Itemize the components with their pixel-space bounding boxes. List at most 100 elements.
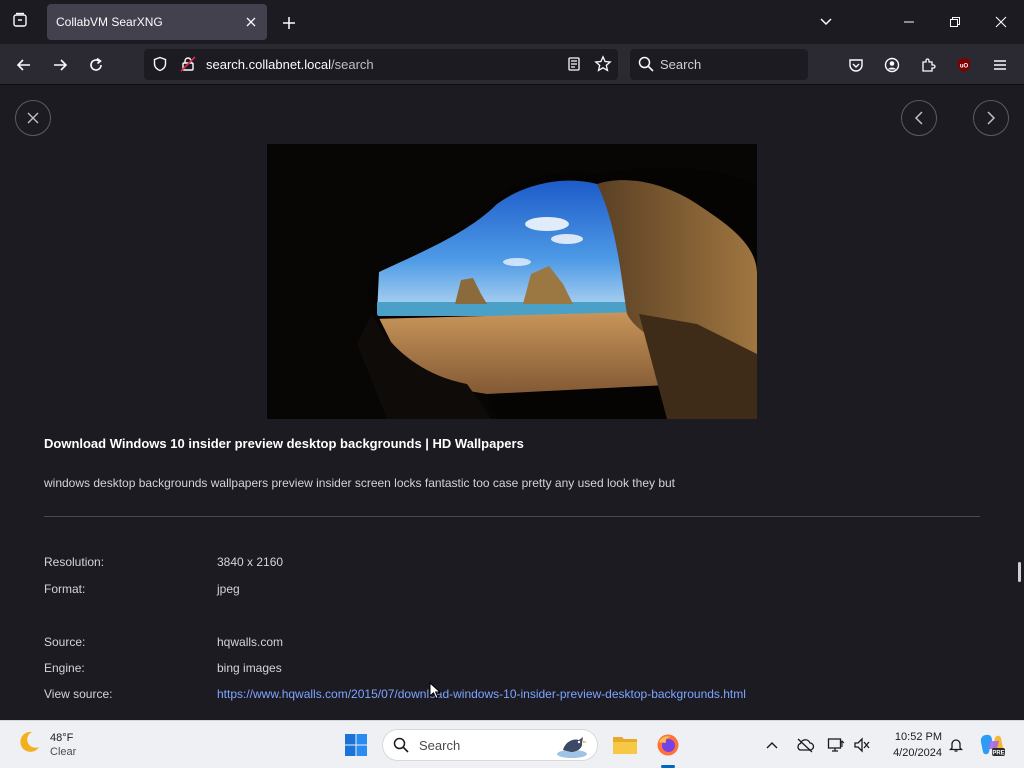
result-image[interactable]: [267, 144, 757, 419]
scrollbar-thumb[interactable]: [1018, 562, 1021, 582]
windows-logo-icon: [345, 734, 367, 756]
result-description: windows desktop backgrounds wallpapers p…: [44, 476, 676, 490]
search-icon: [638, 56, 654, 77]
volume-button[interactable]: [850, 733, 874, 757]
bell-icon: [948, 739, 964, 752]
system-clock[interactable]: 10:52 PM 4/20/2024: [878, 729, 942, 761]
notifications-button[interactable]: [944, 733, 968, 757]
taskbar: 48°F Clear Search 10:52 PM 4/20/2024 PRE: [0, 720, 1024, 768]
close-icon: [27, 112, 39, 124]
pocket-icon: [849, 59, 863, 72]
navigation-toolbar: search.collabnet.local/search Search uO: [0, 44, 1024, 85]
address-bar[interactable]: search.collabnet.local/search: [144, 49, 618, 80]
source-value: hqwalls.com: [217, 635, 284, 649]
tracking-protection-shield-icon[interactable]: [152, 56, 168, 77]
tab-close-button[interactable]: [243, 14, 259, 30]
firefox-icon: [657, 734, 679, 756]
folder-icon: [613, 737, 637, 754]
tab-list-button[interactable]: [0, 0, 40, 44]
restore-button[interactable]: [940, 8, 970, 36]
weather-condition: Clear: [50, 745, 77, 758]
format-value: jpeg: [217, 582, 240, 596]
back-button[interactable]: [10, 51, 38, 79]
new-tab-button[interactable]: [278, 12, 300, 34]
show-hidden-icons-button[interactable]: [760, 733, 784, 757]
ublock-origin-icon: uO: [958, 58, 970, 72]
arrow-left-icon: [16, 59, 30, 71]
tab-list-icon: [12, 12, 28, 33]
format-label: Format:: [44, 582, 86, 596]
weather-temperature: 48°F: [50, 731, 74, 744]
svg-text:uO: uO: [960, 64, 969, 70]
source-label: Source:: [44, 635, 86, 649]
extensions-button[interactable]: [914, 51, 942, 79]
bookmark-star-icon[interactable]: [594, 55, 612, 78]
ublock-origin-button[interactable]: uO: [950, 51, 978, 79]
weather-widget[interactable]: 48°F Clear: [16, 729, 76, 760]
arrow-right-icon: [54, 59, 68, 71]
search-bar[interactable]: Search: [630, 49, 808, 80]
minimize-icon: [904, 21, 914, 23]
close-detail-button[interactable]: [15, 100, 51, 136]
url-path: /search: [331, 57, 374, 72]
account-icon: [884, 57, 900, 73]
tab-title: CollabVM SearXNG: [56, 15, 163, 29]
close-icon: [995, 16, 1007, 28]
copilot-button[interactable]: PRE: [978, 731, 1006, 759]
image-detail-view: Download Windows 10 insider preview desk…: [0, 86, 1024, 720]
mouse-cursor-icon: [429, 681, 442, 705]
chevron-left-icon: [914, 111, 923, 125]
tab-collabvm-searxng[interactable]: CollabVM SearXNG: [47, 4, 267, 40]
reader-view-icon[interactable]: [566, 56, 582, 77]
account-button[interactable]: [878, 51, 906, 79]
close-window-button[interactable]: [986, 8, 1016, 36]
onedrive-offline-button[interactable]: [793, 733, 817, 757]
copilot-icon: PRE: [980, 734, 1005, 756]
resolution-label: Resolution:: [44, 555, 105, 569]
start-button[interactable]: [340, 729, 372, 761]
pocket-button[interactable]: [842, 51, 870, 79]
taskbar-search-box[interactable]: Search: [382, 729, 598, 761]
clock-time: 10:52 PM: [894, 731, 942, 743]
resolution-value: 3840 x 2160: [217, 555, 284, 569]
chevron-down-icon: [820, 18, 832, 26]
url-text[interactable]: search.collabnet.local/search: [206, 57, 374, 72]
firefox-taskbar-button[interactable]: [652, 729, 684, 761]
clock-date: 4/20/2024: [893, 747, 942, 759]
restore-icon: [950, 17, 960, 27]
app-menu-button[interactable]: [986, 51, 1014, 79]
network-monitor-icon: [827, 738, 845, 752]
engine-value: bing images: [217, 661, 282, 675]
reload-button[interactable]: [82, 51, 110, 79]
speaker-muted-icon: [854, 737, 870, 753]
svg-text:PRE: PRE: [992, 750, 1004, 756]
forward-button[interactable]: [46, 51, 74, 79]
cave-beach-wallpaper: [267, 144, 757, 419]
insecure-lock-icon[interactable]: [180, 56, 196, 77]
engine-label: Engine:: [44, 661, 85, 675]
url-host: search.collabnet.local: [206, 57, 332, 72]
search-icon: [393, 737, 409, 758]
search-highlight-bird-icon: [555, 732, 589, 765]
view-source-label: View source:: [44, 687, 113, 701]
file-explorer-button[interactable]: [609, 729, 641, 761]
minimize-button[interactable]: [894, 8, 924, 36]
result-title[interactable]: Download Windows 10 insider preview desk…: [44, 436, 524, 451]
view-source-value: https://www.hqwalls.com/2015/07/download…: [217, 687, 746, 701]
reload-icon: [90, 57, 102, 71]
hamburger-menu-icon: [994, 60, 1006, 70]
view-source-link[interactable]: https://www.hqwalls.com/2015/07/download…: [217, 687, 746, 701]
tab-strip: CollabVM SearXNG: [0, 0, 1024, 44]
list-all-tabs-button[interactable]: [811, 8, 841, 36]
divider: [44, 516, 980, 517]
moon-icon: [16, 729, 42, 760]
plus-icon: [283, 17, 295, 29]
chevron-right-icon: [987, 111, 996, 125]
next-image-button[interactable]: [973, 100, 1009, 136]
cloud-off-icon: [797, 738, 815, 753]
previous-image-button[interactable]: [901, 100, 937, 136]
network-button[interactable]: [824, 733, 848, 757]
search-placeholder: Search: [660, 57, 702, 72]
taskbar-search-label: Search: [419, 738, 461, 753]
close-icon: [246, 17, 256, 27]
